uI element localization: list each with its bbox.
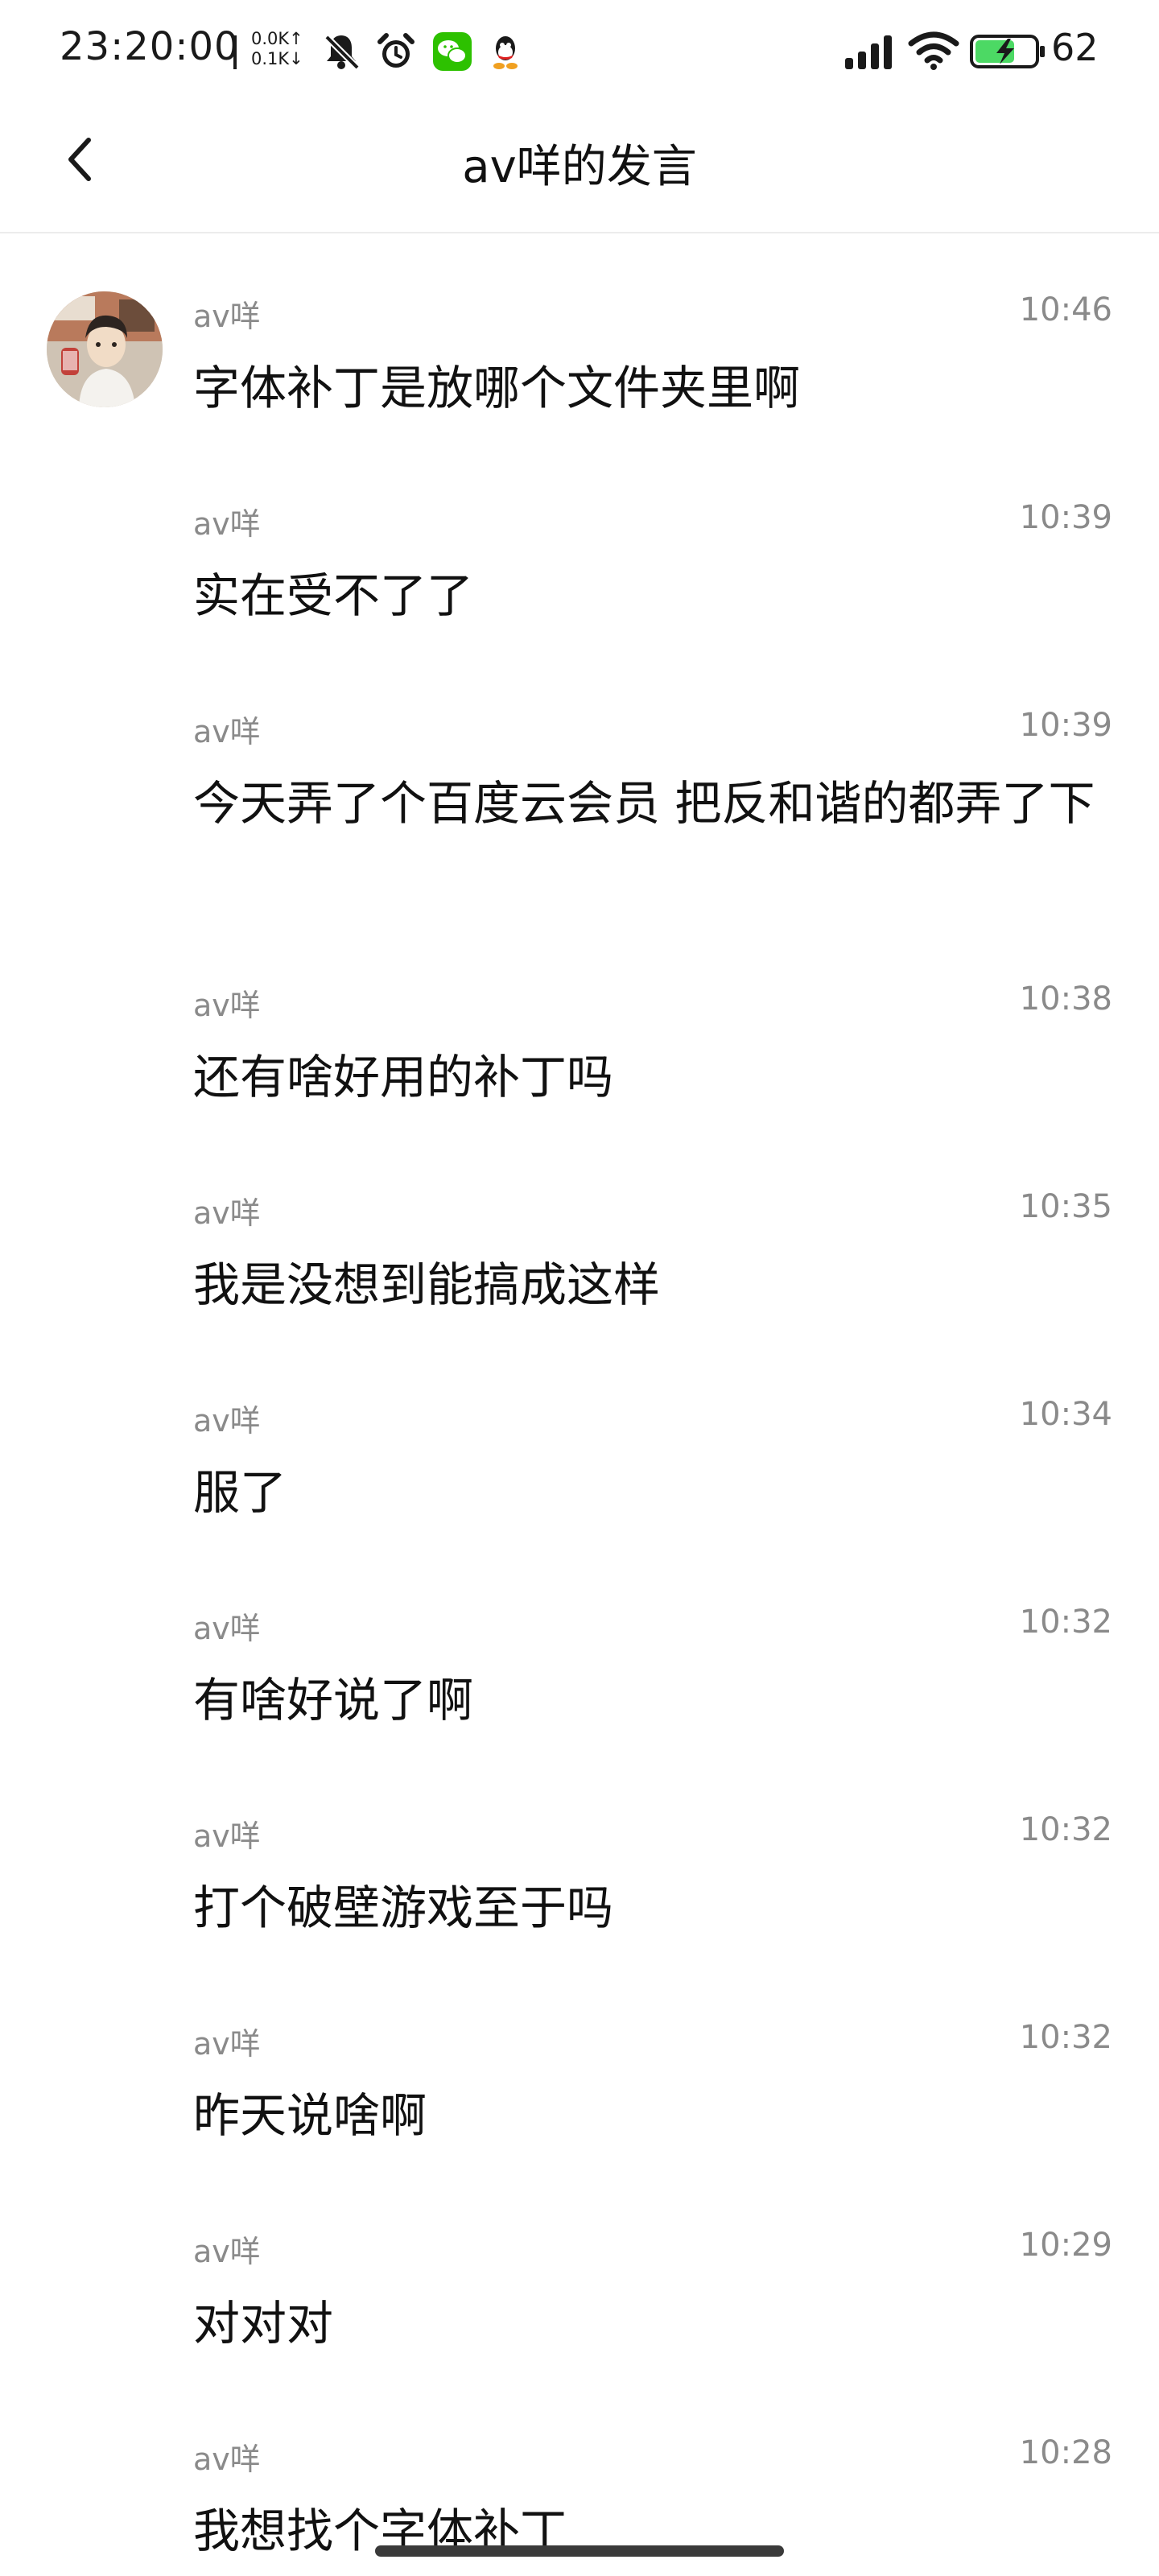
message-sender: av咩 (193, 714, 261, 749)
message-sender: av咩 (193, 988, 261, 1023)
alarm-icon (377, 33, 415, 68)
message-item[interactable]: av咩 10:39 今天弄了个百度云会员 把反和谐的都弄了下 (193, 707, 1119, 900)
message-text: 还有啥好用的补丁吗 (193, 1050, 614, 1104)
message-text: 实在受不了了 (193, 568, 474, 623)
message-sender: av咩 (193, 1195, 261, 1231)
message-time: 10:39 (1019, 499, 1112, 536)
message-item[interactable]: av咩 10:34 服了 (193, 1396, 1119, 1525)
home-indicator[interactable] (375, 2545, 784, 2557)
qq-icon (493, 36, 518, 69)
message-text: 打个破壁游戏至于吗 (193, 1880, 614, 1935)
avatar-image (47, 291, 163, 407)
avatar[interactable] (47, 291, 163, 407)
message-sender: av咩 (193, 2442, 261, 2477)
message-sender: av咩 (193, 1403, 261, 1439)
message-sender: av咩 (193, 506, 261, 542)
status-time: 23:20:00 (60, 24, 240, 69)
message-item[interactable]: av咩 10:32 昨天说啥啊 (193, 2019, 1119, 2148)
signal-icon (845, 35, 892, 69)
message-text: 今天弄了个百度云会员 把反和谐的都弄了下 (193, 776, 1095, 831)
message-item[interactable]: av咩 10:38 还有啥好用的补丁吗 (193, 980, 1119, 1109)
net-download-speed: 0.1K↓ (251, 49, 303, 68)
message-item[interactable]: av咩 10:32 有啥好说了啊 (193, 1604, 1119, 1732)
message-sender: av咩 (193, 299, 261, 334)
message-text: 我是没想到能搞成这样 (193, 1257, 661, 1312)
bell-mute-icon (324, 35, 360, 70)
net-upload-speed: 0.0K↑ (251, 29, 303, 48)
message-time: 10:34 (1019, 1396, 1112, 1433)
page-title: av咩的发言 (462, 141, 697, 193)
message-sender: av咩 (193, 2026, 261, 2062)
message-sender: av咩 (193, 2234, 261, 2269)
message-sender: av咩 (193, 1818, 261, 1854)
message-time: 10:32 (1019, 1811, 1112, 1848)
message-time: 10:28 (1019, 2434, 1112, 2471)
message-time: 10:46 (1019, 291, 1112, 328)
message-time: 10:29 (1019, 2227, 1112, 2264)
status-divider (233, 35, 237, 69)
message-list[interactable]: av咩 10:46 字体补丁是放哪个文件夹里啊 av咩 10:39 实在受不了了… (0, 233, 1159, 2576)
wifi-icon (908, 31, 959, 70)
battery-charging-icon (970, 35, 1045, 68)
message-text: 对对对 (193, 2296, 334, 2351)
wechat-icon (433, 32, 472, 71)
header-bar: av咩的发言 (0, 105, 1159, 233)
message-text: 字体补丁是放哪个文件夹里啊 (193, 361, 801, 415)
network-speed: 0.0K↑ 0.1K↓ (251, 29, 303, 69)
message-text: 有啥好说了啊 (193, 1673, 474, 1728)
battery-level: 62 (1051, 26, 1099, 69)
message-item[interactable]: av咩 10:35 我是没想到能搞成这样 (193, 1188, 1119, 1317)
message-time: 10:32 (1019, 2019, 1112, 2056)
message-item[interactable]: av咩 10:29 对对对 (193, 2227, 1119, 2355)
message-text: 服了 (193, 1465, 287, 1520)
message-text: 昨天说啥啊 (193, 2088, 427, 2143)
status-bar: 23:20:00 0.0K↑ 0.1K↓ 62 (0, 0, 1159, 105)
message-sender: av咩 (193, 1611, 261, 1646)
message-time: 10:32 (1019, 1604, 1112, 1641)
message-item[interactable]: av咩 10:32 打个破壁游戏至于吗 (193, 1811, 1119, 1940)
message-item[interactable]: av咩 10:39 实在受不了了 (193, 499, 1119, 628)
message-time: 10:39 (1019, 707, 1112, 744)
message-time: 10:38 (1019, 980, 1112, 1018)
message-time: 10:35 (1019, 1188, 1112, 1225)
message-item[interactable]: av咩 10:46 字体补丁是放哪个文件夹里啊 (193, 291, 1119, 420)
